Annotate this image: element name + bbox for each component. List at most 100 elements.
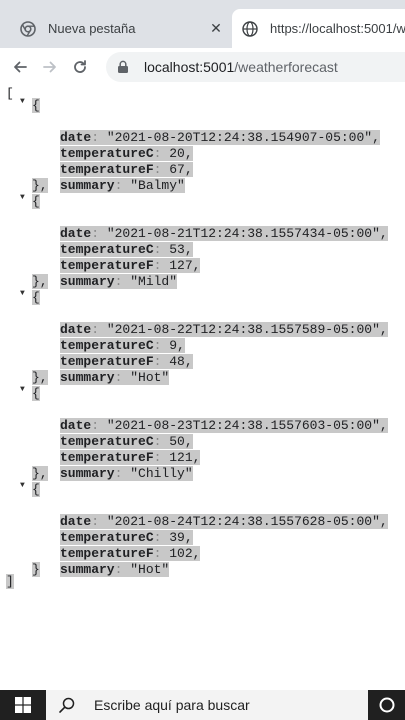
json-key: summary	[60, 178, 115, 193]
bracket-text: [	[6, 86, 14, 101]
collapse-toggle-icon[interactable]: ▼	[20, 385, 25, 394]
brace-text: },	[32, 466, 48, 481]
browser-toolbar: localhost:5001/weatherforecast	[0, 48, 405, 87]
object-open-brace: {	[32, 290, 40, 306]
object-close-brace: },	[32, 274, 48, 290]
cortana-icon	[379, 697, 394, 713]
object-close-brace: },	[32, 466, 48, 482]
json-key: summary	[60, 370, 115, 385]
field-temperature-c: temperatureC: 9,	[60, 338, 185, 354]
json-value: 67,	[161, 162, 193, 177]
json-key: temperatureC	[60, 242, 154, 257]
json-key: summary	[60, 274, 115, 289]
windows-taskbar: Escribe aquí para buscar	[0, 690, 405, 720]
json-value: 9,	[161, 338, 185, 353]
json-key: temperatureF	[60, 450, 154, 465]
field-temperature-f: temperatureF: 67,	[60, 162, 193, 178]
field-temperature-f: temperatureF: 121,	[60, 450, 201, 466]
cortana-button[interactable]	[368, 690, 405, 720]
brace-text: {	[32, 482, 40, 497]
field-date: date: "2021-08-21T12:24:38.1557434-05:00…	[60, 226, 388, 242]
search-placeholder: Escribe aquí para buscar	[94, 697, 250, 713]
json-key: temperatureF	[60, 546, 154, 561]
json-key: temperatureC	[60, 530, 154, 545]
brace-text: {	[32, 386, 40, 401]
json-colon: :	[91, 322, 100, 337]
start-button[interactable]	[0, 690, 46, 720]
field-temperature-c: temperatureC: 50,	[60, 434, 193, 450]
object-open-brace: {	[32, 386, 40, 402]
json-key: temperatureC	[60, 146, 154, 161]
json-key: summary	[60, 466, 115, 481]
json-value: 39,	[161, 530, 193, 545]
arrow-left-icon	[14, 61, 27, 73]
field-date: date: "2021-08-23T12:24:38.1557603-05:00…	[60, 418, 388, 434]
field-temperature-f: temperatureF: 102,	[60, 546, 201, 562]
json-colon: :	[91, 514, 100, 529]
url-text[interactable]: localhost:5001/weatherforecast	[144, 59, 338, 75]
globe-icon	[242, 20, 258, 37]
brace-text: {	[32, 290, 40, 305]
collapse-toggle-icon[interactable]: ▼	[20, 193, 25, 202]
json-value: 48,	[161, 354, 193, 369]
back-button[interactable]	[8, 55, 32, 79]
object-open-brace: {	[32, 98, 40, 114]
json-value: "2021-08-22T12:24:38.1557589-05:00",	[99, 322, 388, 337]
tab-title: https://localhost:5001/weatherforecast	[270, 21, 405, 36]
brace-text: },	[32, 370, 48, 385]
collapse-toggle-icon[interactable]: ▼	[20, 481, 25, 490]
json-value: 50,	[161, 434, 193, 449]
close-tab-icon[interactable]: ✕	[208, 20, 224, 36]
tab-weatherforecast[interactable]: https://localhost:5001/weatherforecast	[232, 9, 405, 48]
json-value: 20,	[161, 146, 193, 161]
json-colon: :	[91, 418, 100, 433]
tab-new-tab[interactable]: Nueva pestaña ✕	[0, 9, 232, 48]
object-open-brace: {	[32, 482, 40, 498]
url-host: localhost:5001	[144, 59, 235, 75]
lock-icon[interactable]	[116, 60, 130, 74]
json-colon: :	[91, 226, 100, 241]
address-bar[interactable]: localhost:5001/weatherforecast	[106, 52, 405, 82]
brace-text: },	[32, 274, 48, 289]
json-key: date	[60, 514, 92, 529]
url-path: /weatherforecast	[234, 59, 338, 75]
brace-text: }	[32, 562, 40, 577]
json-key: summary	[60, 562, 115, 577]
reload-button[interactable]	[68, 55, 92, 79]
json-key: date	[60, 226, 92, 241]
field-date: date: "2021-08-24T12:24:38.1557628-05:00…	[60, 514, 388, 530]
collapse-toggle-icon[interactable]: ▼	[20, 97, 25, 106]
field-date: date: "2021-08-20T12:24:38.154907-05:00"…	[60, 130, 380, 146]
field-summary: summary: "Hot"	[60, 562, 170, 578]
json-value: "2021-08-21T12:24:38.1557434-05:00",	[99, 226, 388, 241]
field-temperature-c: temperatureC: 20,	[60, 146, 193, 162]
object-open-brace: {	[32, 194, 40, 210]
json-value: 121,	[161, 450, 201, 465]
field-summary: summary: "Mild"	[60, 274, 178, 290]
brace-text: {	[32, 194, 40, 209]
json-colon: :	[91, 130, 100, 145]
reload-icon	[74, 60, 86, 73]
json-key: temperatureF	[60, 162, 154, 177]
json-value: 53,	[161, 242, 193, 257]
json-open-bracket: [	[6, 86, 14, 102]
json-value: "Chilly"	[122, 466, 193, 481]
json-value: "Mild"	[122, 274, 178, 289]
collapse-toggle-icon[interactable]: ▼	[20, 289, 25, 298]
json-key: date	[60, 322, 92, 337]
json-value: "Hot"	[122, 370, 170, 385]
field-summary: summary: "Balmy"	[60, 178, 185, 194]
chrome-icon	[20, 20, 36, 37]
json-key: date	[60, 130, 92, 145]
brace-text: },	[32, 178, 48, 193]
json-value: 127,	[161, 258, 201, 273]
json-value: "Balmy"	[122, 178, 185, 193]
field-summary: summary: "Chilly"	[60, 466, 193, 482]
field-temperature-c: temperatureC: 53,	[60, 242, 193, 258]
json-value: "2021-08-20T12:24:38.154907-05:00",	[99, 130, 380, 145]
brace-text: {	[32, 98, 40, 113]
json-viewer: [ ▼ { date: "2021-08-20T12:24:38.154907-05:…	[0, 86, 405, 690]
taskbar-search[interactable]: Escribe aquí para buscar	[46, 690, 368, 720]
forward-button[interactable]	[38, 55, 62, 79]
field-temperature-f: temperatureF: 48,	[60, 354, 193, 370]
